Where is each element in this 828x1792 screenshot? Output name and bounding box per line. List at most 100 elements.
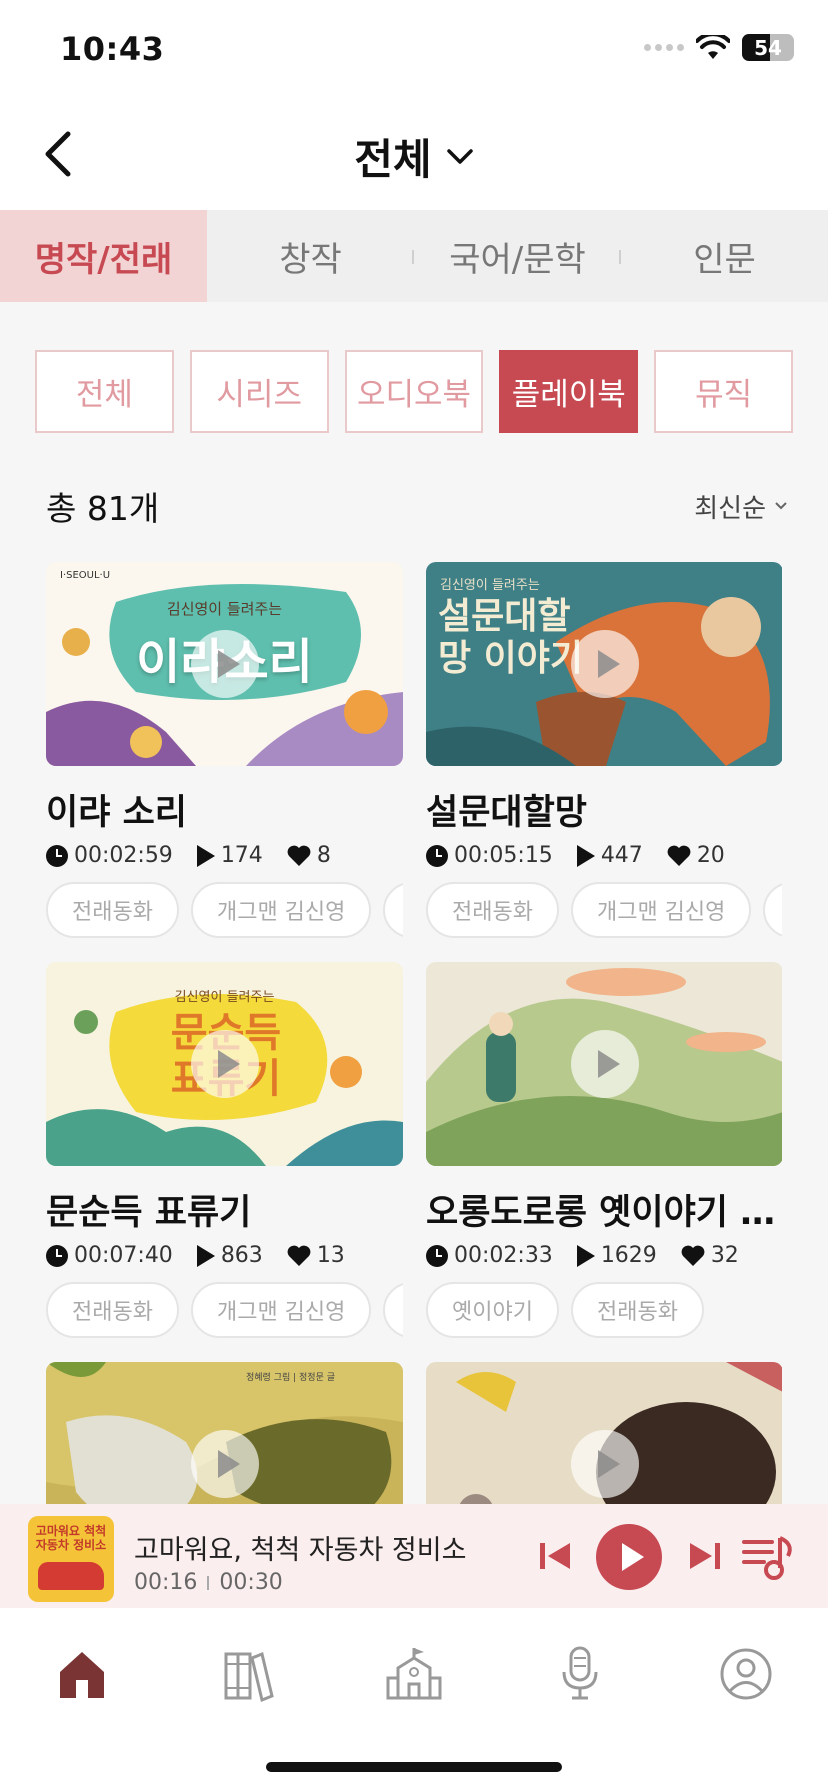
tag[interactable]: 옛 [383, 882, 403, 938]
tag[interactable]: 옛이야기 [426, 1282, 559, 1338]
tag[interactable]: 전래동화 [46, 882, 179, 938]
like-count: 8 [287, 843, 331, 868]
play-icon [196, 844, 215, 867]
play-overlay-icon[interactable] [570, 1030, 639, 1098]
heart-icon [287, 845, 311, 866]
content-card[interactable]: 김신영이 들려주는 문순득 표류기 문순득 표류기 00:07:40 863 1… [46, 962, 403, 1338]
player-current-time: 00:16 [134, 1570, 198, 1595]
card-meta: 00:02:33 1629 32 [426, 1243, 782, 1268]
player-album-art[interactable]: 고마워요 척척 자동차 정비소 [28, 1516, 114, 1602]
tag[interactable]: 전래동화 [426, 882, 559, 938]
tab-korean-literature[interactable]: 국어/문학 [414, 210, 621, 302]
play-overlay-icon[interactable] [190, 630, 259, 698]
card-thumbnail[interactable]: 김신영이 들려주는 설문대할망 이야기 [426, 562, 782, 766]
profile-icon[interactable] [716, 1644, 776, 1704]
play-count: 1629 [576, 1243, 657, 1268]
type-filters: 전체 시리즈 오디오북 플레이북 뮤직 [35, 350, 793, 433]
cover-subtitle: 김신영이 들려주는 [174, 990, 275, 1005]
page-title: 전체 [354, 135, 432, 184]
duration-text: 00:05:15 [454, 843, 553, 868]
player-track-title: 고마워요, 척척 자동차 정비소 [134, 1535, 467, 1566]
card-thumbnail[interactable]: 김신영이 들려주는 이랴소리 I·SEOUL·U [46, 562, 403, 766]
battery-icon: 54 [742, 34, 794, 61]
tab-creative[interactable]: 창작 [207, 210, 414, 302]
play-icon [576, 844, 595, 867]
tab-classic-folk[interactable]: 명작/전래 [0, 210, 207, 302]
clock-icon [46, 1244, 68, 1267]
tab-label: 명작/전래 [34, 239, 173, 280]
play-overlay-icon[interactable] [190, 1030, 259, 1098]
tab-humanities[interactable]: 인문 [621, 210, 828, 302]
card-thumbnail[interactable]: 정혜령 그림 | 정정문 글 [46, 1362, 403, 1504]
tag[interactable]: 전래동화 [570, 1282, 704, 1338]
play-count-text: 174 [220, 843, 263, 868]
filter-series[interactable]: 시리즈 [189, 350, 329, 433]
item-count: 총 81개 [46, 489, 160, 528]
duration: 00:07:40 [46, 1243, 173, 1268]
home-indicator [266, 1762, 562, 1772]
card-thumbnail[interactable] [426, 962, 782, 1166]
card-meta: 00:07:40 863 13 [46, 1243, 403, 1268]
bookshelf-icon[interactable] [218, 1644, 278, 1704]
list-header: 총 81개 최신순 [46, 482, 788, 530]
filter-playbook[interactable]: 플레이북 [499, 350, 639, 433]
content-card[interactable]: 김신영이 들려주는 이랴소리 I·SEOUL·U 이랴 소리 00:02:59 … [46, 562, 403, 938]
play-icon [196, 1244, 215, 1267]
tag[interactable]: 전래동화 [46, 1282, 179, 1338]
filter-music[interactable]: 뮤직 [654, 350, 793, 433]
play-count: 447 [576, 843, 643, 868]
play-button[interactable] [596, 1524, 662, 1590]
play-count: 863 [196, 1243, 263, 1268]
play-overlay-icon[interactable] [570, 630, 639, 698]
cover-subtitle: 김신영이 들려주는 [440, 578, 540, 593]
microphone-icon[interactable] [550, 1644, 610, 1704]
like-count: 32 [681, 1243, 739, 1268]
status-icons: 54 [644, 34, 794, 61]
card-thumbnail[interactable] [426, 1362, 782, 1504]
heart-icon [287, 1245, 311, 1266]
title-dropdown[interactable]: 전체 [0, 126, 828, 187]
category-tabs: 명작/전래 창작 국어/문학 인문 [0, 210, 828, 302]
tag[interactable]: 옛 [383, 1282, 403, 1338]
duration: 00:02:33 [426, 1243, 553, 1268]
heart-icon [667, 845, 691, 866]
card-thumbnail[interactable]: 김신영이 들려주는 문순득 표류기 [46, 962, 403, 1166]
filter-all[interactable]: 전체 [35, 350, 174, 433]
tag-list: 전래동화 개그맨 김신영 옛 [46, 882, 403, 938]
tab-label: 국어/문학 [449, 239, 586, 280]
time-divider [207, 1575, 210, 1590]
mini-player[interactable]: 고마워요 척척 자동차 정비소 고마워요, 척척 자동차 정비소 00:16 0… [0, 1504, 828, 1608]
duration: 00:02:59 [46, 843, 173, 868]
tag[interactable]: 개그맨 김신영 [190, 882, 372, 938]
like-count-text: 20 [696, 843, 725, 868]
content-card[interactable]: 오롱도로롱 옛이야기 테... 00:02:33 1629 32 옛이야기 전래… [426, 962, 782, 1338]
home-icon[interactable] [52, 1644, 112, 1704]
play-count: 174 [196, 843, 263, 868]
tag[interactable]: 옛 [763, 882, 782, 938]
tag[interactable]: 개그맨 김신영 [570, 882, 752, 938]
duration-text: 00:02:33 [454, 1243, 553, 1268]
play-overlay-icon[interactable] [190, 1430, 259, 1498]
playlist-icon[interactable] [742, 1534, 796, 1580]
filter-audiobook[interactable]: 오디오북 [344, 350, 484, 433]
chevron-down-icon [446, 148, 473, 164]
play-icon [576, 1244, 595, 1267]
skip-previous-icon[interactable] [538, 1540, 572, 1572]
content-card[interactable]: 김신영이 들려주는 설문대할망 이야기 설문대할망 00:05:15 447 2… [426, 562, 782, 938]
play-count-text: 863 [220, 1243, 263, 1268]
sort-dropdown[interactable]: 최신순 [694, 488, 788, 525]
tag[interactable]: 개그맨 김신영 [190, 1282, 372, 1338]
content-card[interactable] [426, 1362, 782, 1504]
skip-next-icon[interactable] [688, 1540, 722, 1572]
status-bar: 10:43 54 [0, 0, 828, 100]
content-card[interactable]: 정혜령 그림 | 정정문 글 [46, 1362, 403, 1504]
cover-credit: 정혜령 그림 | 정정문 글 [246, 1373, 335, 1383]
like-count-text: 8 [316, 843, 331, 868]
like-count: 13 [287, 1243, 345, 1268]
school-icon[interactable] [384, 1644, 444, 1704]
tab-label: 인문 [693, 239, 756, 280]
play-overlay-icon[interactable] [570, 1430, 639, 1498]
clock-icon [426, 1244, 448, 1267]
tag-list: 전래동화 개그맨 김신영 옛 [426, 882, 782, 938]
clock-icon [46, 844, 68, 867]
